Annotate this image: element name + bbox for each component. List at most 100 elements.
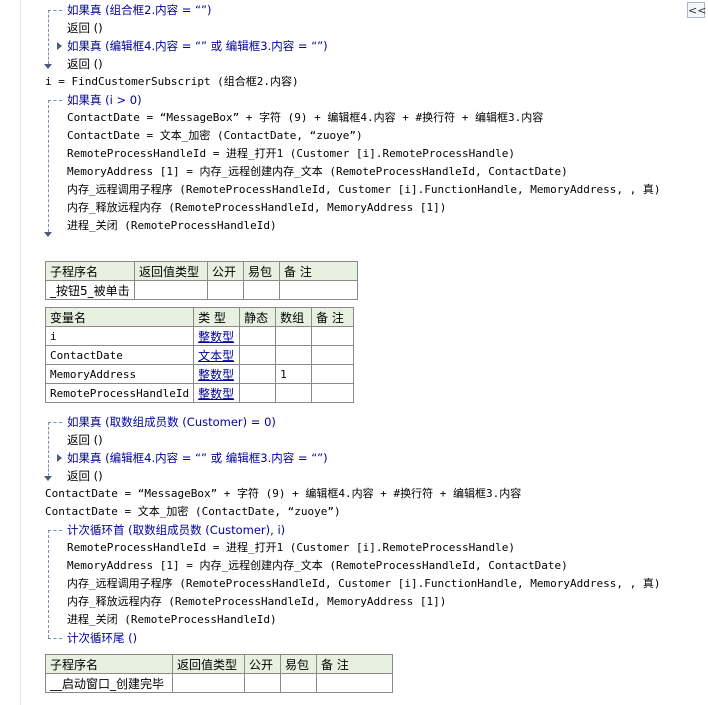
code-line[interactable]: 如果真 (编辑框4.内容 = “” 或 编辑框3.内容 = “”) <box>67 37 328 55</box>
code-line[interactable]: 进程_关闭 (RemoteProcessHandleId) <box>67 611 277 629</box>
var-type-cell[interactable]: 整数型 <box>193 383 241 403</box>
flow-guide <box>48 638 62 639</box>
flow-guide <box>48 530 62 531</box>
table-cell[interactable] <box>239 364 277 384</box>
table-cell[interactable] <box>239 383 277 403</box>
flow-guide <box>48 10 62 11</box>
table-cell[interactable] <box>316 673 393 693</box>
var-type-cell[interactable]: 文本型 <box>193 345 241 365</box>
table-cell[interactable] <box>311 364 355 384</box>
table-cell[interactable] <box>275 345 313 365</box>
table-cell[interactable] <box>239 326 277 346</box>
variable-table: 变量名 类 型 静态 数组 备 注 i 整数型 ContactDate 文本型 … <box>44 307 355 403</box>
var-type-link[interactable]: 整数型 <box>198 368 234 382</box>
table-cell[interactable] <box>311 345 355 365</box>
code-line[interactable]: 内存_释放远程内存 (RemoteProcessHandleId, Memory… <box>67 199 446 217</box>
flow-guide <box>48 422 49 458</box>
flow-guide <box>48 100 49 232</box>
table-row[interactable]: ContactDate 文本型 <box>44 345 355 365</box>
code-line[interactable]: 内存_释放远程内存 (RemoteProcessHandleId, Memory… <box>67 593 446 611</box>
table-cell[interactable] <box>172 673 245 693</box>
var-type-cell[interactable]: 整数型 <box>193 364 241 384</box>
flow-guide <box>48 422 62 423</box>
subroutine-table: 子程序名 返回值类型 公开 易包 备 注 __启动窗口_创建完毕 <box>45 654 393 693</box>
header-cell: 静态 <box>239 307 277 327</box>
flow-arrow-icon <box>44 476 52 481</box>
table-cell[interactable] <box>134 280 208 300</box>
header-cell: 公开 <box>207 261 244 281</box>
table-cell[interactable] <box>311 326 355 346</box>
code-line[interactable]: ContactDate = 文本_加密 (ContactDate, “zuoye… <box>45 503 341 521</box>
code-line[interactable]: 如果真 (取数组成员数 (Customer) = 0) <box>67 413 276 431</box>
header-cell: 子程序名 <box>45 261 135 281</box>
var-type-link[interactable]: 整数型 <box>198 387 234 401</box>
flow-guide <box>48 48 49 64</box>
header-cell: 备 注 <box>311 307 355 327</box>
code-line[interactable]: 返回 () <box>67 55 103 73</box>
editor-gutter <box>0 0 21 705</box>
table-cell[interactable] <box>279 280 358 300</box>
table-cell[interactable]: 1 <box>275 364 313 384</box>
code-line[interactable]: 返回 () <box>67 431 103 449</box>
code-line[interactable]: RemoteProcessHandleId = 进程_打开1 (Customer… <box>67 539 515 557</box>
code-line[interactable]: 如果真 (i > 0) <box>67 91 142 109</box>
subroutine-name-cell[interactable]: __启动窗口_创建完毕 <box>45 673 173 693</box>
code-line[interactable]: 如果真 (编辑框4.内容 = “” 或 编辑框3.内容 = “”) <box>67 449 328 467</box>
var-name-cell[interactable]: MemoryAddress <box>44 364 195 384</box>
table-cell[interactable] <box>280 673 317 693</box>
header-cell: 易包 <box>243 261 280 281</box>
code-line[interactable]: MemoryAddress [1] = 内存_远程创建内存_文本 (Remote… <box>67 163 568 181</box>
table-cell[interactable] <box>239 345 277 365</box>
code-line[interactable]: RemoteProcessHandleId = 进程_打开1 (Customer… <box>67 145 515 163</box>
code-line[interactable]: 计次循环首 (取数组成员数 (Customer), i) <box>67 521 285 539</box>
var-name-cell[interactable]: RemoteProcessHandleId <box>44 383 195 403</box>
header-cell: 公开 <box>244 654 281 674</box>
code-line[interactable]: ContactDate = “MessageBox” + 字符 (9) + 编辑… <box>45 485 521 503</box>
code-line[interactable]: 返回 () <box>67 19 103 37</box>
table-cell[interactable] <box>275 383 313 403</box>
subroutine-name-cell[interactable]: _按钮5_被单击 <box>45 280 135 300</box>
table-row[interactable]: MemoryAddress 整数型 1 <box>44 364 355 384</box>
var-type-link[interactable]: 整数型 <box>198 330 234 344</box>
table-cell[interactable] <box>243 280 280 300</box>
flow-guide <box>48 530 49 638</box>
header-cell: 备 注 <box>279 261 358 281</box>
table-cell[interactable] <box>244 673 281 693</box>
var-name-cell[interactable]: i <box>44 326 195 346</box>
code-line[interactable]: i = FindCustomerSubscript (组合框2.内容) <box>45 73 299 91</box>
flow-arrow-icon <box>57 42 62 50</box>
header-cell: 返回值类型 <box>172 654 245 674</box>
header-cell: 数组 <box>275 307 313 327</box>
code-line[interactable]: 进程_关闭 (RemoteProcessHandleId) <box>67 217 277 235</box>
table-cell[interactable] <box>207 280 244 300</box>
code-line[interactable]: 内存_远程调用子程序 (RemoteProcessHandleId, Custo… <box>67 181 660 199</box>
subroutine-table: 子程序名 返回值类型 公开 易包 备 注 _按钮5_被单击 <box>45 261 358 300</box>
header-cell: 变量名 <box>44 307 195 327</box>
table-cell[interactable] <box>311 383 355 403</box>
header-cell: 类 型 <box>193 307 241 327</box>
code-line[interactable]: 计次循环尾 () <box>67 629 137 647</box>
code-line[interactable]: 返回 () <box>67 467 103 485</box>
code-line[interactable]: MemoryAddress [1] = 内存_远程创建内存_文本 (Remote… <box>67 557 568 575</box>
flow-arrow-icon <box>57 454 62 462</box>
flow-arrow-icon <box>44 232 52 237</box>
code-line[interactable]: 内存_远程调用子程序 (RemoteProcessHandleId, Custo… <box>67 575 660 593</box>
code-line[interactable]: ContactDate = 文本_加密 (ContactDate, “zuoye… <box>67 127 363 145</box>
table-row[interactable]: RemoteProcessHandleId 整数型 <box>44 383 355 403</box>
flow-arrow-icon <box>44 64 52 69</box>
flow-guide <box>48 100 62 101</box>
collapse-panel-button[interactable]: << <box>687 2 706 18</box>
header-cell: 易包 <box>280 654 317 674</box>
table-row[interactable]: i 整数型 <box>44 326 355 346</box>
flow-guide <box>48 460 49 476</box>
code-line[interactable]: 如果真 (组合框2.内容 = “”) <box>67 1 211 19</box>
table-cell[interactable] <box>275 326 313 346</box>
code-line[interactable]: ContactDate = “MessageBox” + 字符 (9) + 编辑… <box>67 109 543 127</box>
flow-guide <box>48 10 49 46</box>
header-cell: 返回值类型 <box>134 261 208 281</box>
var-type-link[interactable]: 文本型 <box>198 349 234 363</box>
header-cell: 备 注 <box>316 654 393 674</box>
var-name-cell[interactable]: ContactDate <box>44 345 195 365</box>
var-type-cell[interactable]: 整数型 <box>193 326 241 346</box>
header-cell: 子程序名 <box>45 654 173 674</box>
